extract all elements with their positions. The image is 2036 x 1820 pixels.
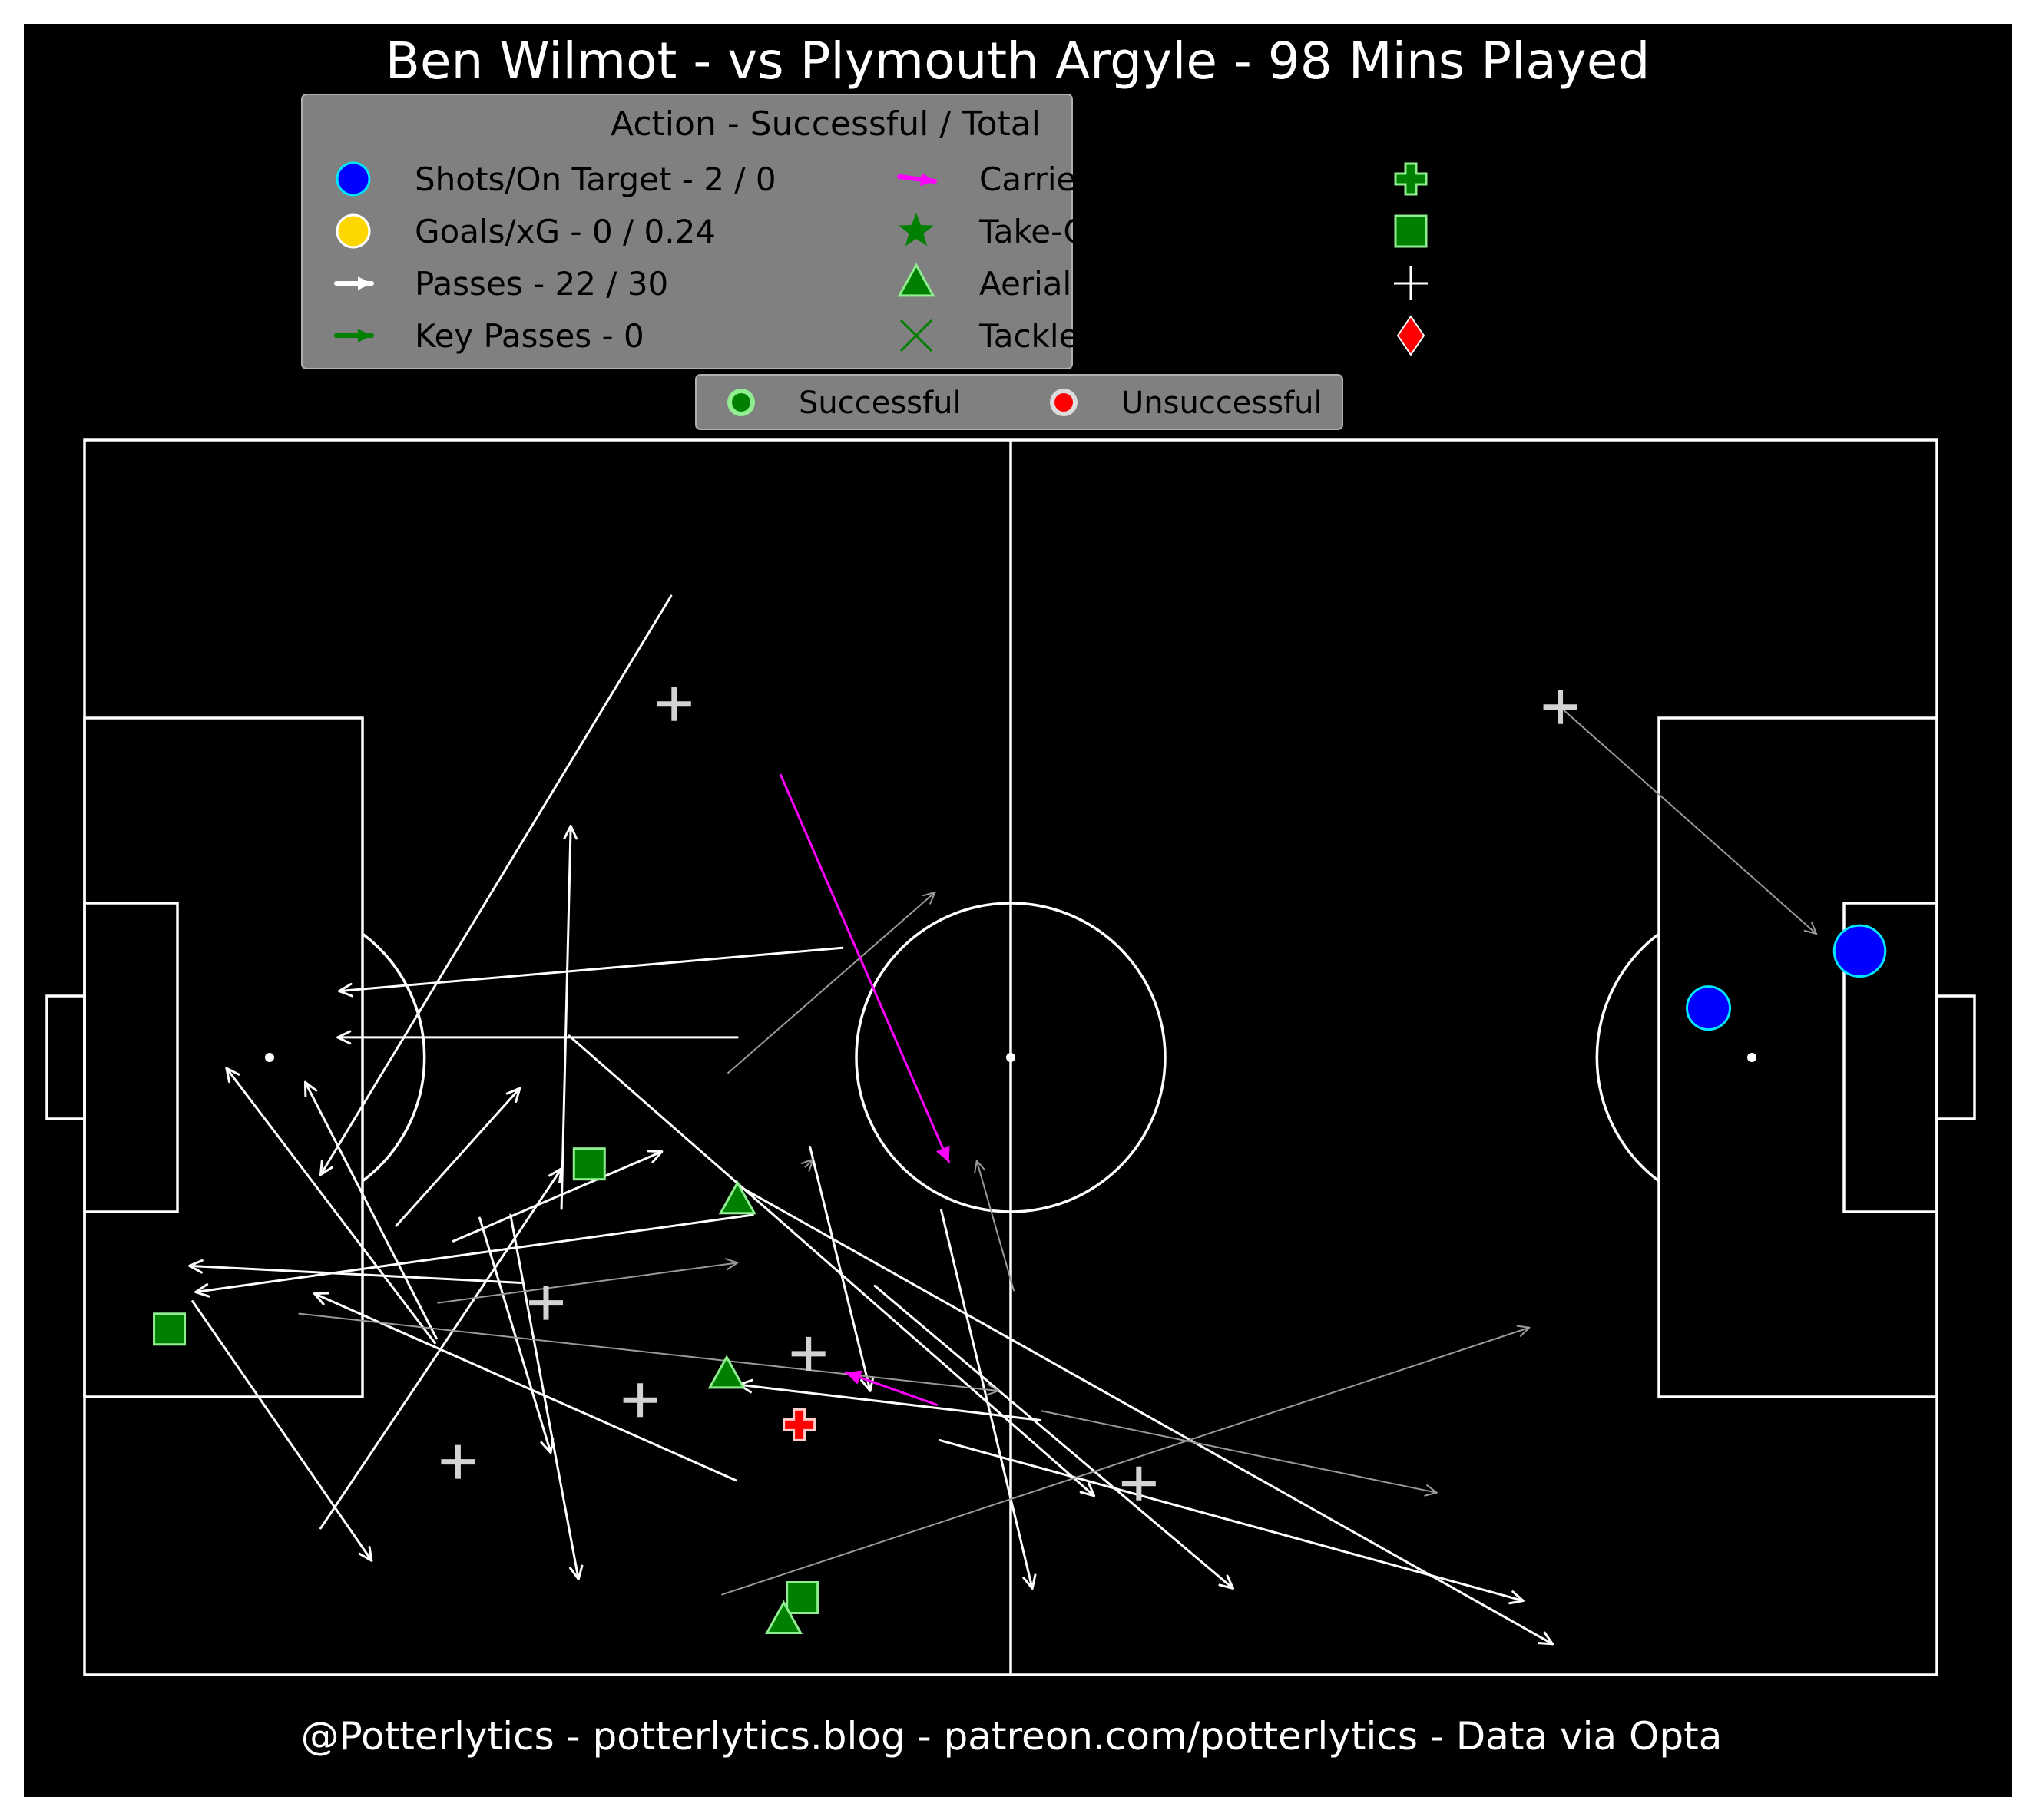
interception-marker — [153, 1312, 187, 1346]
legend-label: Recoveries - 7 — [1473, 265, 1702, 303]
legend-title: Action - Successful / Total — [611, 104, 1041, 144]
unsuccessful-dot-icon — [1050, 389, 1078, 416]
legend-label: Errors - 0 — [1473, 317, 1621, 355]
legend-label: Key Passes - 0 — [415, 317, 644, 355]
legend-label: Passes - 22 / 30 — [415, 265, 668, 303]
interception-marker — [786, 1581, 819, 1614]
shot-marker — [1686, 985, 1732, 1031]
legend-label: Carries - 2 — [979, 160, 1146, 198]
legend-label: Take-Ons - 0 / 0 — [978, 213, 1230, 250]
shot-marker — [1832, 924, 1887, 978]
footer-credit: @Potterlytics - potterlytics.blog - patr… — [301, 1714, 1723, 1759]
legend-label: Tackles - 0 / 0 — [978, 317, 1200, 355]
goal-circle-icon — [336, 213, 371, 249]
legend-label: Aerial Duels - 3 / 3 — [979, 265, 1277, 303]
status-label: Successful — [799, 386, 962, 421]
chart-title: Ben Wilmot - vs Plymouth Argyle - 98 Min… — [386, 31, 1650, 91]
successful-dot-icon — [727, 389, 755, 416]
legend-label: Ground Duels - 0 / 1 — [1473, 160, 1797, 198]
legend-label: Shots/On Target - 2 / 0 — [415, 160, 776, 198]
left-penalty-spot — [265, 1053, 274, 1062]
event-map-chart: Ben Wilmot - vs Plymouth Argyle - 98 Min… — [24, 24, 2012, 1797]
right-penalty-spot — [1747, 1053, 1756, 1062]
status-label: Unsuccessful — [1121, 386, 1323, 421]
legend-label: Interceptions - 3 / 3 — [1473, 213, 1789, 250]
legend-label: Goals/xG - 0 / 0.24 — [415, 213, 716, 250]
shot-circle-icon — [336, 161, 371, 197]
interception-square-icon — [1394, 214, 1428, 248]
interception-marker — [572, 1147, 606, 1181]
centre-spot — [1006, 1053, 1015, 1062]
